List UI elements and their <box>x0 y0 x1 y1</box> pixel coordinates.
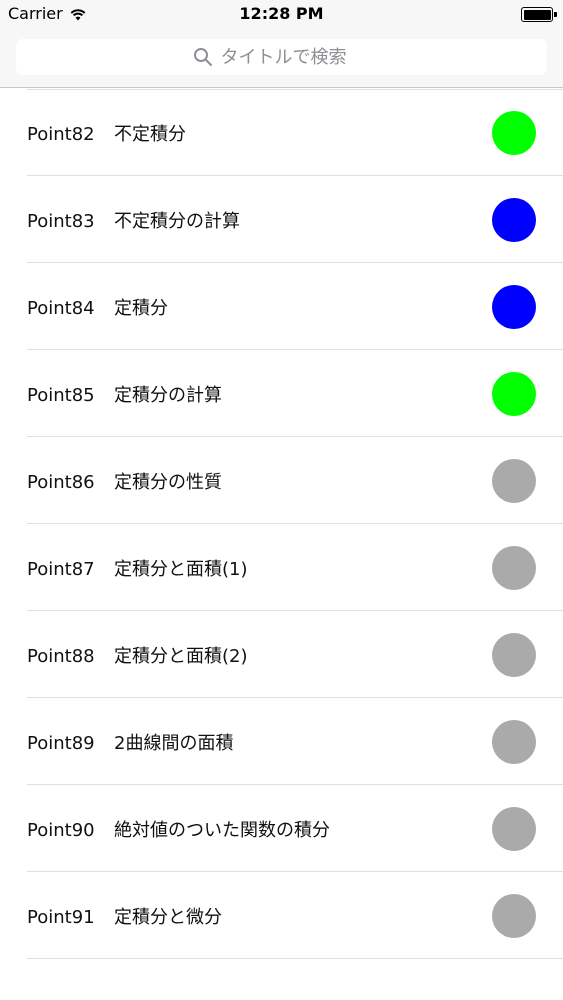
point-number: Point90 <box>27 819 95 841</box>
point-title: 2曲線間の面積 <box>114 732 234 754</box>
list-item-label: Point83 不定積分の計算 <box>27 207 240 233</box>
search-bar <box>0 30 563 88</box>
list-item-label: Point90 絶対値のついた関数の積分 <box>27 816 330 842</box>
list-item[interactable]: Point90 絶対値のついた関数の積分 <box>0 785 563 872</box>
point-number: Point87 <box>27 558 95 580</box>
status-indicator <box>492 458 536 503</box>
list-item-label: Point86 定積分の性質 <box>27 468 222 494</box>
status-indicator <box>492 545 536 590</box>
search-input[interactable] <box>220 46 371 68</box>
list-item[interactable]: Point82 不定積分 <box>0 89 563 176</box>
search-icon <box>193 48 212 66</box>
status-indicator <box>492 197 536 242</box>
status-indicator <box>492 719 536 764</box>
list-item-label: Point88 定積分と面積(2) <box>27 642 248 668</box>
status-indicator <box>492 893 536 938</box>
point-number: Point88 <box>27 645 95 667</box>
point-list: Point82 不定積分 Point83 不定積分の計算 Point84 定積分 Po… <box>0 89 563 959</box>
status-bar: Carrier 12:28 PM <box>0 0 563 30</box>
search-field[interactable] <box>16 39 547 75</box>
list-item[interactable]: Point88 定積分と面積(2) <box>0 611 563 698</box>
point-title: 定積分と面積(2) <box>114 645 248 667</box>
list-item[interactable]: Point91 定積分と微分 <box>0 872 563 959</box>
status-indicator <box>492 110 536 155</box>
point-title: 定積分の性質 <box>114 471 222 493</box>
point-title: 絶対値のついた関数の積分 <box>114 819 330 841</box>
battery-icon <box>521 7 557 22</box>
list-item-label: Point89 2曲線間の面積 <box>27 729 233 755</box>
point-title: 不定積分 <box>114 123 186 145</box>
list-item[interactable]: Point89 2曲線間の面積 <box>0 698 563 785</box>
point-number: Point86 <box>27 471 95 493</box>
status-indicator <box>492 806 536 851</box>
list-item-label: Point85 定積分の計算 <box>27 381 222 407</box>
point-title: 定積分 <box>114 297 168 319</box>
list-item[interactable]: Point84 定積分 <box>0 263 563 350</box>
list-item[interactable]: Point83 不定積分の計算 <box>0 176 563 263</box>
list-item[interactable]: Point85 定積分の計算 <box>0 350 563 437</box>
status-indicator <box>492 632 536 677</box>
point-title: 定積分と面積(1) <box>114 558 248 580</box>
list-item-label: Point91 定積分と微分 <box>27 903 222 929</box>
point-number: Point85 <box>27 384 95 406</box>
list-item-label: Point87 定積分と面積(1) <box>27 555 248 581</box>
point-number: Point84 <box>27 297 95 319</box>
point-title: 定積分の計算 <box>114 384 222 406</box>
list-item[interactable]: Point86 定積分の性質 <box>0 437 563 524</box>
point-number: Point82 <box>27 123 95 145</box>
point-number: Point89 <box>27 732 95 754</box>
list-item[interactable]: Point87 定積分と面積(1) <box>0 524 563 611</box>
point-number: Point83 <box>27 210 95 232</box>
status-indicator <box>492 371 536 416</box>
point-title: 不定積分の計算 <box>114 210 240 232</box>
list-item-label: Point84 定積分 <box>27 294 168 320</box>
status-time: 12:28 PM <box>239 4 324 23</box>
status-indicator <box>492 284 536 329</box>
point-number: Point91 <box>27 906 95 928</box>
list-item-label: Point82 不定積分 <box>27 120 186 146</box>
point-title: 定積分と微分 <box>114 906 222 928</box>
